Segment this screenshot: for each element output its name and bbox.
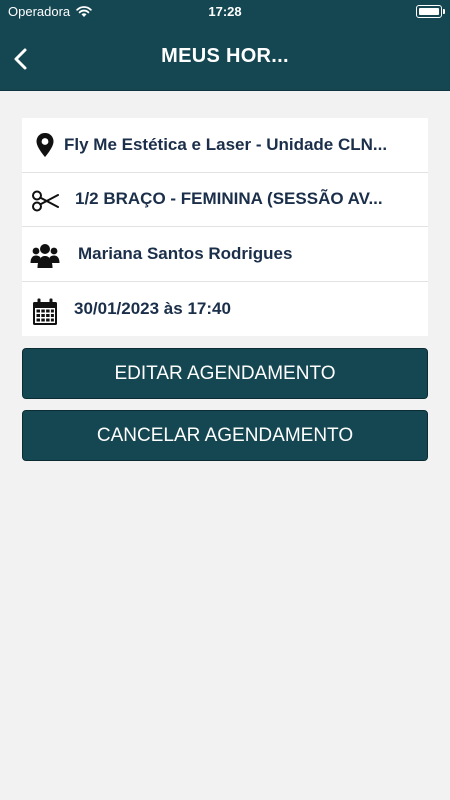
users-icon: [30, 241, 60, 271]
client-row: Mariana Santos Rodrigues: [22, 227, 428, 282]
appointment-details-card: Fly Me Estética e Laser - Unidade CLN...…: [22, 118, 428, 336]
datetime-text: 30/01/2023 às 17:40: [74, 298, 231, 318]
battery-icon: [416, 5, 445, 18]
scissors-icon: [30, 186, 60, 216]
service-text: 1/2 BRAÇO - FEMININA (SESSÃO AV...: [75, 189, 383, 209]
service-row: 1/2 BRAÇO - FEMININA (SESSÃO AV...: [22, 173, 428, 227]
datetime-row: 30/01/2023 às 17:40: [22, 282, 428, 337]
page-title: MEUS HOR...: [161, 45, 289, 67]
map-pin-icon: [30, 130, 60, 160]
client-name-text: Mariana Santos Rodrigues: [78, 243, 293, 263]
status-time: 17:28: [208, 4, 242, 19]
calendar-icon: [30, 297, 60, 327]
cancel-appointment-button[interactable]: CANCELAR AGENDAMENTO: [22, 410, 428, 461]
app-header: Operadora 17:28 MEUS HOR...: [0, 0, 450, 91]
status-bar: Operadora 17:28: [0, 0, 450, 24]
edit-appointment-button[interactable]: EDITAR AGENDAMENTO: [22, 348, 428, 399]
location-text: Fly Me Estética e Laser - Unidade CLN...: [64, 134, 388, 154]
location-row: Fly Me Estética e Laser - Unidade CLN...: [22, 118, 428, 173]
